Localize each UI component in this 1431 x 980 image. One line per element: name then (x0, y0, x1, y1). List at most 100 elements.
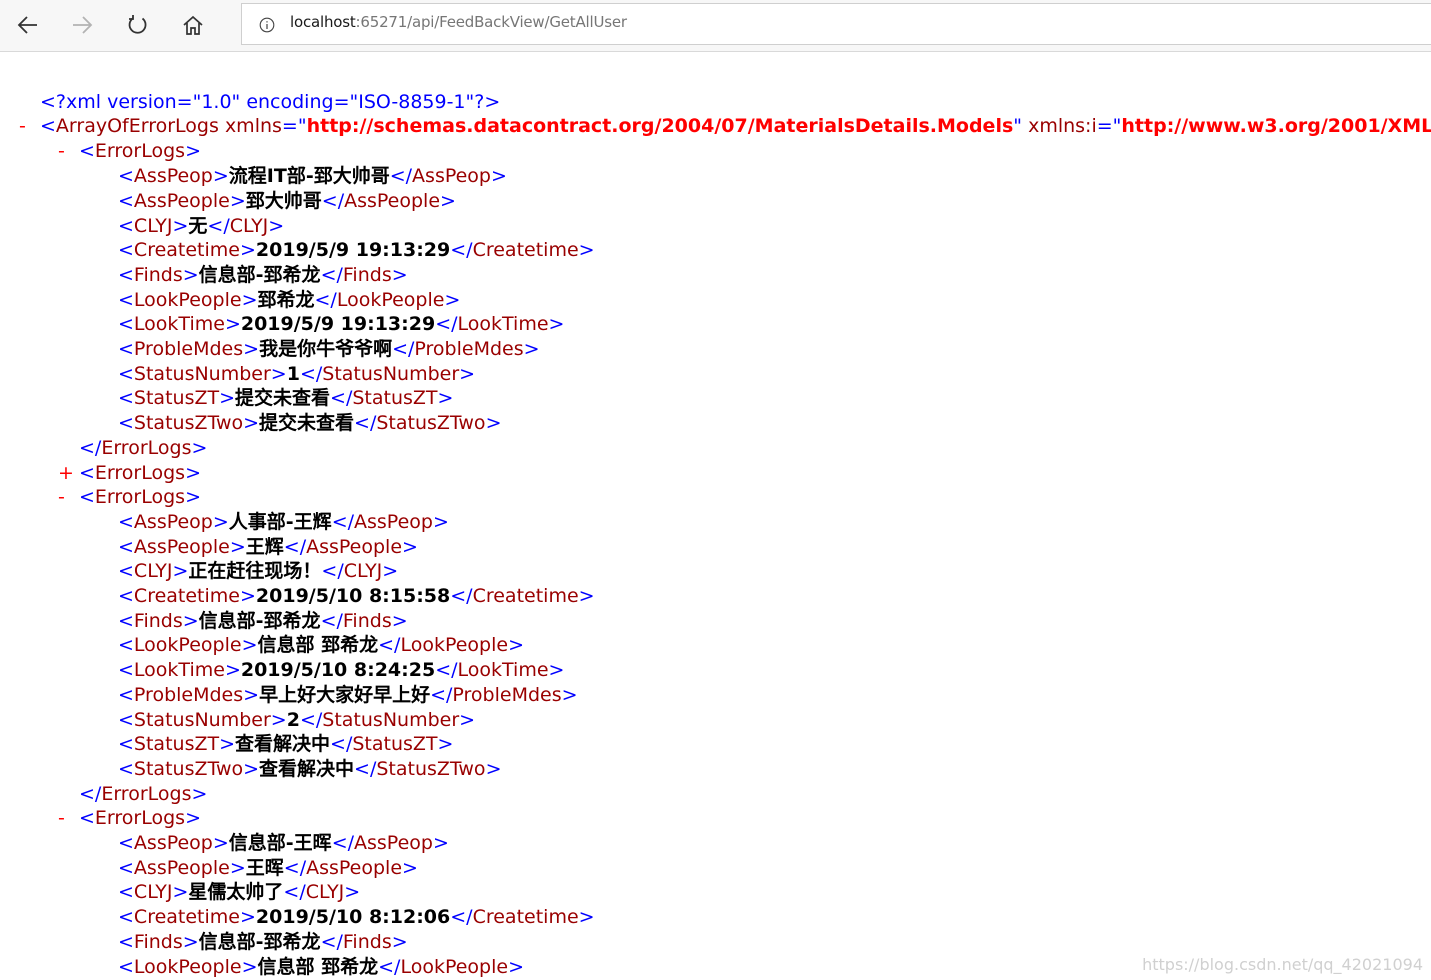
field-value: 王辉 (245, 536, 284, 558)
field-tag-name: StatusZTwo (133, 758, 244, 780)
field-close-tag-name: CLYJ (229, 215, 269, 237)
field-line: <Finds>信息部-郅希龙</Finds> (118, 610, 408, 632)
field-close-tag-name: AssPeop (354, 832, 433, 854)
field-tag-name: AssPeop (133, 165, 213, 187)
refresh-button[interactable] (118, 6, 158, 44)
field-line: <StatusZT>查看解决中</StatusZT> (118, 733, 454, 755)
field-value: 查看解决中 (235, 733, 331, 755)
field-value: 提交未查看 (259, 412, 355, 434)
field-close-tag-name: Createtime (472, 906, 579, 928)
field-value: 星儒太帅了 (188, 881, 284, 903)
record-close-tag-name: ErrorLogs (101, 783, 192, 805)
field-line: <StatusZTwo>提交未查看</StatusZTwo> (118, 412, 502, 434)
field-value: 信息部-郅希龙 (198, 264, 321, 286)
field-line: <StatusNumber>2</StatusNumber> (118, 709, 476, 731)
field-value: 郅希龙 (257, 289, 315, 311)
field-line: <ProbleMdes>我是你牛爷爷啊</ProbleMdes> (118, 338, 540, 360)
url-path: :65271/api/FeedBackView/GetAllUser (355, 13, 628, 31)
field-close-tag-name: CLYJ (343, 560, 383, 582)
record-collapse-toggle[interactable]: - (58, 139, 65, 164)
field-close-tag-name: CLYJ (305, 881, 345, 903)
field-tag-name: StatusNumber (133, 709, 271, 731)
field-close-tag-name: StatusNumber (322, 709, 460, 731)
field-line: <LookPeople>信息部 郅希龙</LookPeople> (118, 956, 524, 978)
url-host: localhost (290, 13, 356, 31)
url-text[interactable]: localhost:65271/api/FeedBackView/GetAllU… (290, 13, 627, 31)
field-line: <LookTime>2019/5/9 19:13:29</LookTime> (118, 313, 565, 335)
field-close-tag-name: LookPeople (400, 634, 509, 656)
field-value: 正在赶往现场！ (188, 560, 322, 582)
field-line: <AssPeople>郅大帅哥</AssPeople> (118, 190, 456, 212)
field-tag-name: AssPeople (133, 536, 230, 558)
forward-button[interactable] (62, 6, 102, 44)
field-close-tag-name: Finds (342, 931, 392, 953)
field-line: <LookTime>2019/5/10 8:24:25</LookTime> (118, 659, 565, 681)
xml-declaration-text: <?xml version="1.0" encoding="ISO-8859-1… (40, 91, 501, 113)
field-tag-name: AssPeople (133, 190, 230, 212)
forward-arrow-icon (73, 16, 93, 34)
field-value: 提交未查看 (235, 387, 331, 409)
field-value: 2019/5/10 8:15:58 (255, 585, 451, 607)
record-collapse-toggle[interactable]: - (58, 806, 65, 831)
home-button[interactable] (173, 6, 213, 44)
record-tag-name: ErrorLogs (94, 462, 186, 484)
field-close-tag-name: ProbleMdes (414, 338, 524, 360)
field-tag-name: ProbleMdes (133, 338, 244, 360)
field-tag-name: AssPeople (133, 857, 230, 879)
root-tag-name: ArrayOfErrorLogs (55, 115, 219, 137)
info-icon[interactable] (259, 17, 275, 37)
root-collapse-toggle[interactable]: - (19, 114, 26, 139)
field-line: <AssPeop>流程IT部-郅大帅哥</AssPeop> (118, 165, 507, 187)
field-close-tag-name: LookPeople (400, 956, 509, 978)
field-value: 人事部-王辉 (228, 511, 332, 533)
field-value: 王晖 (245, 857, 284, 879)
field-line: <StatusZT>提交未查看</StatusZT> (118, 387, 454, 409)
address-bar[interactable]: localhost:65271/api/FeedBackView/GetAllU… (241, 3, 1431, 45)
root-attr-value: http://schemas.datacontract.org/2004/07/… (306, 115, 1014, 137)
xml-declaration: <?xml version="1.0" encoding="ISO-8859-1… (40, 90, 500, 115)
field-tag-name: Createtime (133, 585, 240, 607)
back-arrow-icon (17, 16, 37, 34)
field-close-tag-name: StatusZT (352, 733, 438, 755)
field-line: <LookPeople>郅希龙</LookPeople> (118, 289, 461, 311)
field-line: <AssPeople>王晖</AssPeople> (118, 857, 418, 879)
field-value: 信息部-郅希龙 (198, 610, 321, 632)
field-line: <Createtime>2019/5/10 8:12:06</Createtim… (118, 906, 595, 928)
field-value: 2019/5/9 19:13:29 (255, 239, 451, 261)
field-line: <StatusZTwo>查看解决中</StatusZTwo> (118, 758, 502, 780)
record-tag-name: ErrorLogs (94, 140, 186, 162)
root-attr2-name: xmlns:i (1028, 115, 1097, 137)
field-value: 无 (188, 215, 208, 237)
field-value: 郅大帅哥 (245, 190, 322, 212)
field-value: 信息部 郅希龙 (257, 634, 379, 656)
field-value: 1 (286, 363, 300, 385)
field-close-tag-name: Createtime (472, 239, 579, 261)
field-tag-name: StatusZT (133, 733, 220, 755)
field-tag-name: LookPeople (133, 956, 242, 978)
field-tag-name: CLYJ (133, 215, 173, 237)
field-line: <AssPeop>人事部-王辉</AssPeop> (118, 511, 449, 533)
field-tag-name: CLYJ (133, 881, 173, 903)
field-tag-name: CLYJ (133, 560, 173, 582)
field-tag-name: LookPeople (133, 289, 242, 311)
field-close-tag-name: LookPeople (336, 289, 445, 311)
field-value: 信息部 郅希龙 (257, 956, 379, 978)
field-close-tag-name: Createtime (472, 585, 579, 607)
record-collapse-toggle[interactable]: - (58, 485, 65, 510)
field-line: <Finds>信息部-郅希龙</Finds> (118, 931, 408, 953)
record-close-tag-name: ErrorLogs (101, 437, 192, 459)
root-attr-name: xmlns (224, 115, 282, 137)
field-close-tag-name: AssPeop (412, 165, 491, 187)
back-button[interactable] (8, 6, 48, 44)
field-close-tag-name: StatusZTwo (376, 412, 486, 434)
field-tag-name: Finds (133, 931, 183, 953)
field-value: 信息部-王晖 (228, 832, 332, 854)
record-expand-toggle[interactable]: + (58, 461, 74, 486)
field-value: 流程IT部-郅大帅哥 (228, 165, 390, 187)
field-value: 2019/5/10 8:12:06 (255, 906, 451, 928)
refresh-icon (128, 15, 147, 34)
root-attr2-value: http://www.w3.org/2001/XMLSchema-instanc… (1121, 115, 1431, 137)
field-close-tag-name: AssPeople (344, 190, 441, 212)
field-close-tag-name: AssPeople (306, 857, 403, 879)
record-close-tag: </ErrorLogs> (79, 783, 208, 805)
